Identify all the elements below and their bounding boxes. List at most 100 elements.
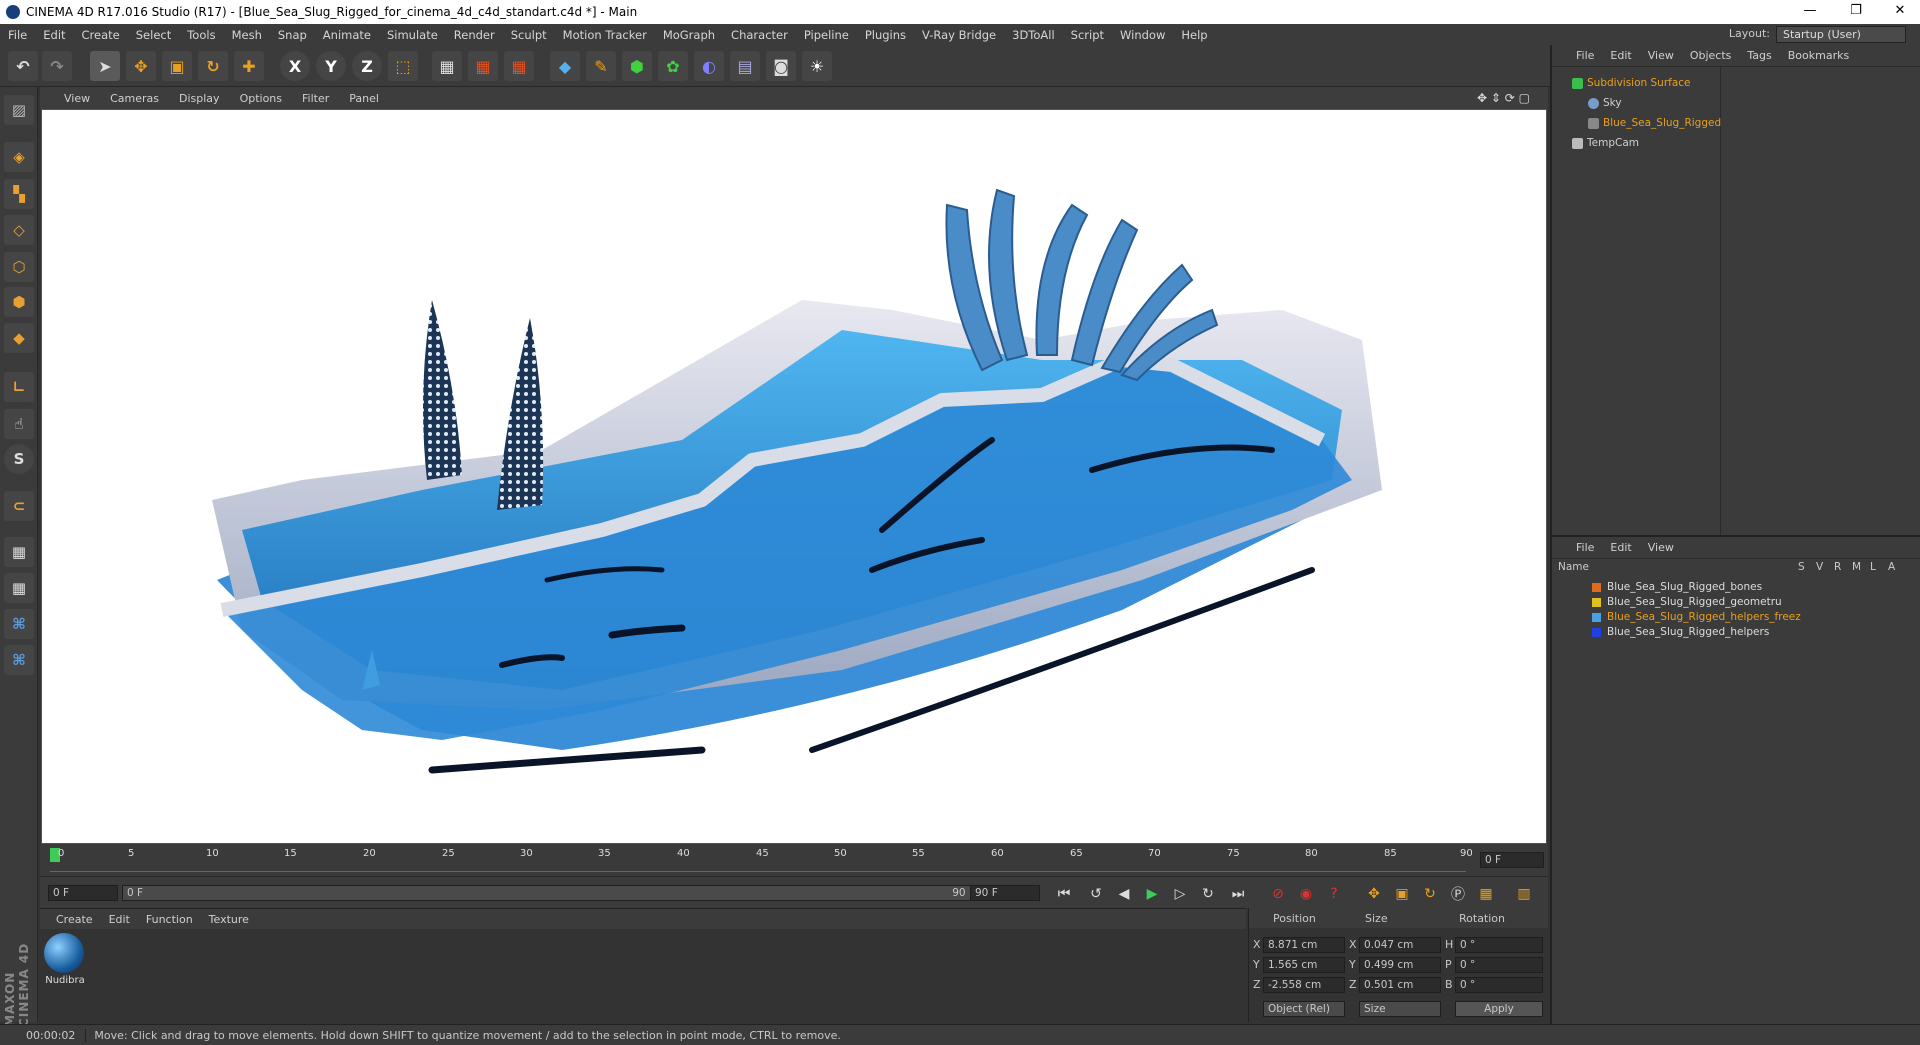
om-menu-file[interactable]: File (1576, 49, 1610, 62)
size-y-field[interactable]: 0.499 cm (1359, 957, 1441, 973)
menu-window[interactable]: Window (1112, 28, 1173, 42)
menu-tools[interactable]: Tools (179, 28, 223, 42)
material-menu-function[interactable]: Function (146, 913, 209, 926)
prev-frame-icon[interactable]: ◀ (1112, 882, 1136, 906)
render-picture-viewer-icon[interactable]: ▦ (468, 51, 498, 81)
menu-select[interactable]: Select (128, 28, 179, 42)
layer-row[interactable]: Blue_Sea_Slug_Rigged_helpers (1592, 625, 1769, 640)
object-subdivision-surface[interactable]: Subdivision Surface (1572, 75, 1691, 91)
restore-button[interactable]: ❐ (1836, 0, 1876, 24)
key-scale-icon[interactable]: ▣ (1390, 882, 1414, 906)
material-swatch[interactable]: Nudibra (44, 933, 86, 993)
undo-icon[interactable]: ↶ (8, 51, 38, 81)
lm-menu-view[interactable]: View (1648, 541, 1690, 554)
menu-simulate[interactable]: Simulate (379, 28, 446, 42)
polygons-mode-icon[interactable]: ◆ (4, 323, 34, 353)
viewport-navigation-icons[interactable]: ✥ ⇕ ⟳ ▢ (1467, 91, 1540, 105)
layer-row[interactable]: Blue_Sea_Slug_Rigged_helpers_freez (1592, 610, 1801, 625)
rot-h-field[interactable]: 0 ° (1455, 937, 1543, 953)
workplane-icon[interactable]: ◇ (4, 215, 34, 245)
pos-x-field[interactable]: 8.871 cm (1263, 937, 1345, 953)
subdivision-surface-icon[interactable]: ⬢ (622, 51, 652, 81)
key-position-icon[interactable]: ✥ (1362, 882, 1386, 906)
pos-z-field[interactable]: -2.558 cm (1263, 977, 1345, 993)
close-button[interactable]: ✕ (1880, 0, 1920, 24)
menu-plugins[interactable]: Plugins (857, 28, 914, 42)
z-axis-lock-icon[interactable]: Z (352, 51, 382, 81)
viewport-menu-display[interactable]: Display (169, 92, 230, 105)
timeline-window-icon[interactable]: ▥ (1512, 882, 1536, 906)
material-menu-edit[interactable]: Edit (109, 913, 146, 926)
viewport-menu-view[interactable]: View (40, 92, 100, 105)
layer-color-swatch[interactable] (1592, 582, 1601, 592)
solo-icon[interactable]: S (4, 444, 34, 474)
minimize-button[interactable]: — (1790, 0, 1830, 24)
end-frame-field[interactable]: 90 F (970, 885, 1040, 901)
menu-3dtoall[interactable]: 3DToAll (1004, 28, 1063, 42)
object-blue-sea-slug-rigged[interactable]: Blue_Sea_Slug_Rigged (1588, 115, 1721, 131)
spline-pen-icon[interactable]: ✎ (586, 51, 616, 81)
x-axis-lock-icon[interactable]: X (280, 51, 310, 81)
layout-dropdown[interactable]: Startup (User) (1776, 26, 1906, 43)
planar-workplane-icon[interactable]: ▦ (4, 573, 34, 603)
menu-pipeline[interactable]: Pipeline (796, 28, 857, 42)
menu-render[interactable]: Render (446, 28, 503, 42)
om-menu-view[interactable]: View (1648, 49, 1690, 62)
menu-script[interactable]: Script (1063, 28, 1112, 42)
preview-range-slider[interactable]: 0 F 90 F (122, 885, 982, 901)
menu-create[interactable]: Create (74, 28, 128, 42)
viewport-menu-filter[interactable]: Filter (292, 92, 339, 105)
key-parameter-icon[interactable]: Ⓟ (1446, 882, 1470, 906)
mograph-cloner-icon[interactable]: ✿ (658, 51, 688, 81)
rotate-tool-icon[interactable]: ↻ (198, 51, 228, 81)
camera-icon[interactable]: ◙ (766, 51, 796, 81)
viewport-menu-options[interactable]: Options (230, 92, 292, 105)
3d-viewport[interactable] (41, 109, 1547, 844)
lm-menu-edit[interactable]: Edit (1610, 541, 1647, 554)
om-menu-objects[interactable]: Objects (1690, 49, 1748, 62)
workplane-lock-icon[interactable]: ▦ (4, 537, 34, 567)
keyframe-selection-icon[interactable]: ? (1322, 882, 1346, 906)
points-mode-icon[interactable]: ⬡ (4, 252, 34, 282)
menu-motion-tracker[interactable]: Motion Tracker (555, 28, 655, 42)
layer-color-swatch[interactable] (1592, 597, 1601, 607)
menu-mograph[interactable]: MoGraph (655, 28, 723, 42)
rot-b-field[interactable]: 0 ° (1455, 977, 1543, 993)
cube-primitive-icon[interactable]: ◆ (550, 51, 580, 81)
light-bulb-icon[interactable]: ☀ (802, 51, 832, 81)
make-editable-icon[interactable]: ▨ (4, 95, 34, 125)
menu-edit[interactable]: Edit (35, 28, 73, 42)
key-pla-icon[interactable]: ▦ (1474, 882, 1498, 906)
timeline-ruler[interactable]: 0 5 10 15 20 25 30 35 40 45 50 55 60 65 … (40, 844, 1548, 876)
render-view-icon[interactable]: ▦ (432, 51, 462, 81)
python-script-2-icon[interactable]: ⌘ (4, 645, 34, 675)
edges-mode-icon[interactable]: ⬢ (4, 287, 34, 317)
menu-character[interactable]: Character (723, 28, 796, 42)
menu-help[interactable]: Help (1173, 28, 1215, 42)
layer-row[interactable]: Blue_Sea_Slug_Rigged_geometru (1592, 595, 1782, 610)
play-icon[interactable]: ▶ (1140, 882, 1164, 906)
key-rotation-icon[interactable]: ↻ (1418, 882, 1442, 906)
python-script-icon[interactable]: ⌘ (4, 609, 34, 639)
autokey-icon[interactable]: ◉ (1294, 882, 1318, 906)
menu-snap[interactable]: Snap (270, 28, 315, 42)
axis-mode-icon[interactable]: ∟ (4, 372, 34, 402)
current-frame-field[interactable]: 0 F (1480, 852, 1544, 868)
rot-p-field[interactable]: 0 ° (1455, 957, 1543, 973)
layer-color-swatch[interactable] (1592, 627, 1601, 637)
om-menu-bookmarks[interactable]: Bookmarks (1788, 49, 1865, 62)
snap-magnet-icon[interactable]: ⊂ (4, 491, 34, 521)
object-sky[interactable]: Sky (1588, 95, 1622, 111)
size-z-field[interactable]: 0.501 cm (1359, 977, 1441, 993)
material-menu-create[interactable]: Create (56, 913, 109, 926)
live-selection-icon[interactable]: ✚ (234, 51, 264, 81)
go-to-start-icon[interactable]: ⏮ (1052, 882, 1076, 906)
go-to-end-icon[interactable]: ⏭ (1226, 882, 1250, 906)
pos-y-field[interactable]: 1.565 cm (1263, 957, 1345, 973)
menu-animate[interactable]: Animate (315, 28, 379, 42)
material-menu-texture[interactable]: Texture (209, 913, 265, 926)
start-frame-field[interactable]: 0 F (48, 885, 118, 901)
tweak-mode-icon[interactable]: ☝ (4, 409, 34, 439)
menu-sculpt[interactable]: Sculpt (503, 28, 555, 42)
layer-color-swatch[interactable] (1592, 612, 1601, 622)
